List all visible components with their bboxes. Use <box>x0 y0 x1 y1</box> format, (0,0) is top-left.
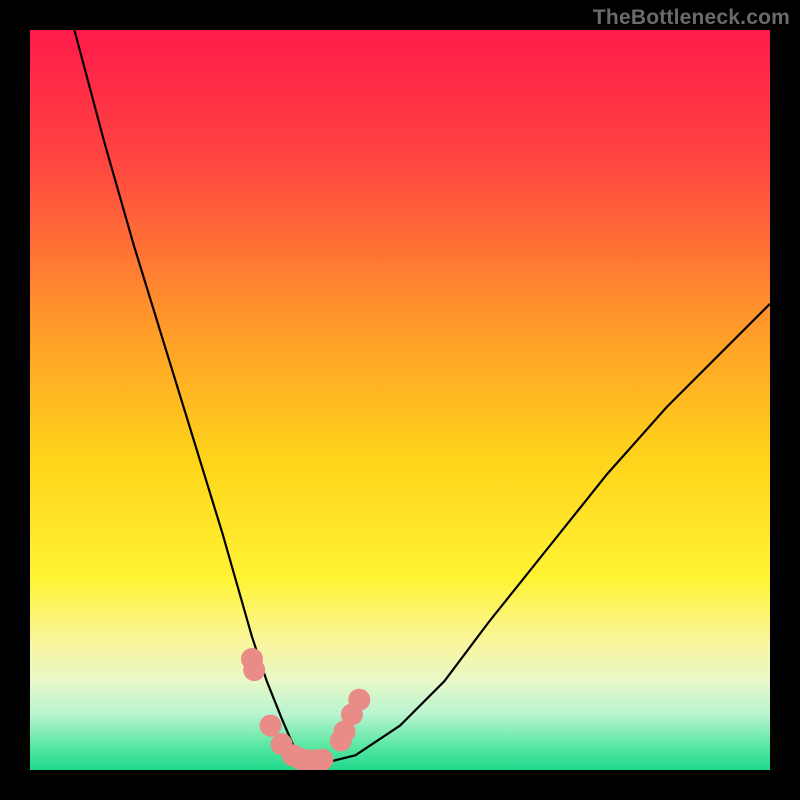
bottleneck-curve <box>30 30 770 770</box>
chart-frame: TheBottleneck.com <box>0 0 800 800</box>
plot-area <box>30 30 770 770</box>
marker-point <box>260 715 282 737</box>
curve-line <box>74 30 770 763</box>
marker-point <box>243 659 265 681</box>
highlight-markers <box>241 648 370 770</box>
marker-point <box>348 689 370 711</box>
watermark-text: TheBottleneck.com <box>593 6 790 30</box>
marker-point <box>311 749 333 770</box>
